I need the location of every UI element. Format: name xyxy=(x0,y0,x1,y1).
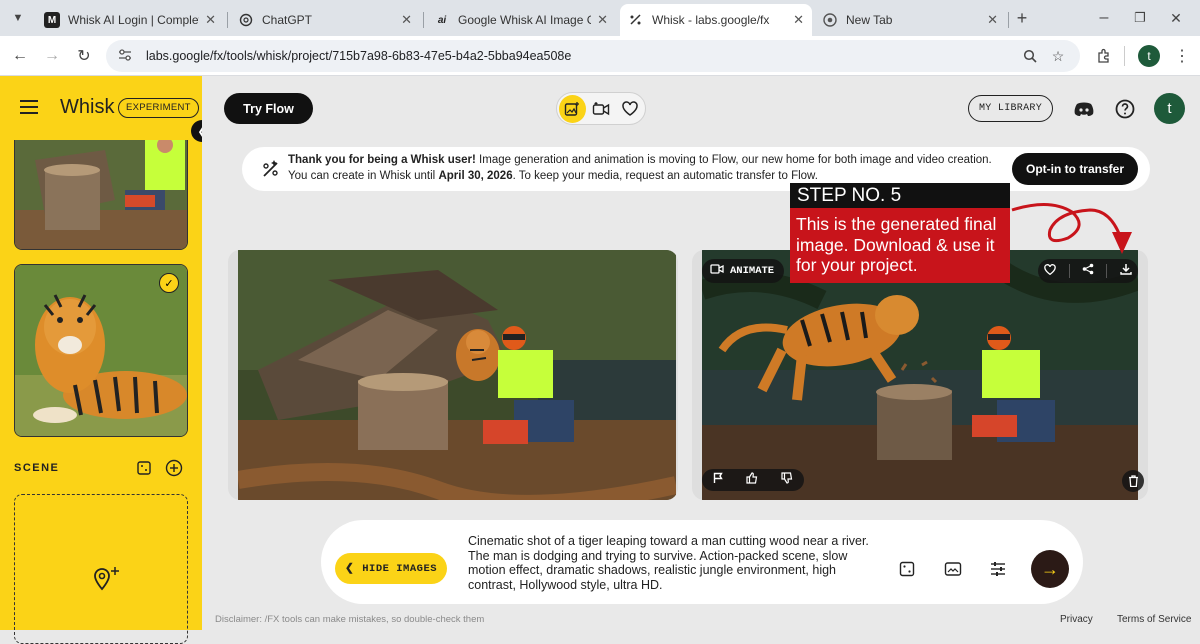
opt-in-transfer-button[interactable]: Opt-in to transfer xyxy=(1012,153,1138,185)
tab-title: Google Whisk AI Image Gen xyxy=(458,13,591,27)
tab-whisk-login[interactable]: M Whisk AI Login | Complete G ✕ xyxy=(36,4,224,36)
animate-label: ANIMATE xyxy=(730,265,775,277)
close-tab-icon[interactable]: ✕ xyxy=(987,12,998,28)
bookmark-star-icon[interactable]: ☆ xyxy=(1048,46,1068,66)
video-mode-icon[interactable] xyxy=(588,95,615,123)
whisk-icon xyxy=(628,12,644,28)
arrow-right-icon: → xyxy=(1041,558,1059,579)
profile-avatar[interactable]: t xyxy=(1138,45,1160,67)
chevron-left-icon: ❮ xyxy=(344,563,355,575)
scene-section-label: SCENE xyxy=(14,462,60,474)
settings-sliders-icon[interactable] xyxy=(987,558,1009,580)
subject-thumbnail-tiger[interactable]: ✓ xyxy=(14,264,188,437)
tab-title: Whisk AI Login | Complete G xyxy=(68,13,199,27)
url-text: labs.google/fx/tools/whisk/project/715b7… xyxy=(146,49,572,63)
reload-icon[interactable]: ↻ xyxy=(72,44,96,68)
browser-toolbar: ← → ↻ labs.google/fx/tools/whisk/project… xyxy=(0,36,1200,76)
forward-icon[interactable]: → xyxy=(40,44,64,68)
banner-bold-lead: Thank you for being a Whisk user! xyxy=(288,154,476,166)
delete-icon[interactable] xyxy=(1122,470,1144,492)
close-tab-icon[interactable]: ✕ xyxy=(401,12,412,28)
site-info-icon[interactable] xyxy=(118,48,136,64)
image-mode-icon[interactable] xyxy=(559,94,586,123)
hamburger-menu-icon[interactable] xyxy=(20,100,38,114)
experiment-badge: EXPERIMENT xyxy=(118,98,199,118)
step-annotation-heading: STEP NO. 5 xyxy=(790,183,1010,208)
add-scene-image-icon[interactable] xyxy=(896,558,918,580)
disclaimer-text: Disclaimer: /FX tools can make mistakes,… xyxy=(215,614,485,625)
medium-favicon-icon: M xyxy=(44,12,60,28)
my-library-button[interactable]: MY LIBRARY xyxy=(968,95,1053,122)
user-avatar[interactable]: t xyxy=(1154,93,1185,124)
banner-date: April 30, 2026 xyxy=(438,170,513,182)
sidebar: Whisk EXPERIMENT ✓ SCENE xyxy=(0,76,202,644)
banner-message: Thank you for being a Whisk user! Image … xyxy=(288,152,1006,184)
feedback-bar xyxy=(702,469,804,491)
minimize-icon[interactable]: – xyxy=(1092,6,1116,30)
address-bar[interactable]: labs.google/fx/tools/whisk/project/715b7… xyxy=(106,40,1080,72)
scene-image-icon[interactable] xyxy=(134,458,154,478)
animate-icon xyxy=(710,263,724,279)
zoom-icon[interactable] xyxy=(1020,46,1040,66)
chrome-icon xyxy=(822,12,838,28)
tab-search-chevron-icon[interactable]: ▼ xyxy=(6,6,30,30)
privacy-link[interactable]: Privacy xyxy=(1060,614,1093,625)
flag-icon[interactable] xyxy=(713,471,724,489)
back-icon[interactable]: ← xyxy=(8,44,32,68)
tab-chatgpt[interactable]: ChatGPT ✕ xyxy=(230,4,420,36)
result-card-left[interactable] xyxy=(228,250,678,500)
prompt-text[interactable]: Cinematic shot of a tiger leaping toward… xyxy=(468,534,880,592)
thumbs-up-icon[interactable] xyxy=(746,471,758,489)
hide-images-label: HIDE IMAGES xyxy=(362,562,438,575)
tab-title: ChatGPT xyxy=(262,13,313,27)
restore-icon[interactable]: ❐ xyxy=(1128,6,1152,30)
add-scene-icon[interactable] xyxy=(164,458,184,478)
main-content: Try Flow MY LIBRARY t Thank you for bein… xyxy=(202,76,1200,630)
selected-check-icon: ✓ xyxy=(159,273,179,293)
tab-google-whisk-ai[interactable]: ai Google Whisk AI Image Gen ✕ xyxy=(426,4,616,36)
chatgpt-icon xyxy=(238,12,254,28)
result-card-final[interactable]: ANIMATE xyxy=(692,250,1148,500)
submit-arrow-button[interactable]: → xyxy=(1031,550,1069,588)
extensions-icon[interactable] xyxy=(1092,44,1116,68)
help-icon[interactable] xyxy=(1114,98,1136,120)
close-window-icon[interactable]: ✕ xyxy=(1164,6,1188,30)
mode-switcher xyxy=(556,92,646,125)
close-tab-icon[interactable]: ✕ xyxy=(205,12,216,28)
close-tab-icon[interactable]: ✕ xyxy=(597,12,608,28)
whisk-transfer-icon xyxy=(260,158,282,180)
browser-tab-bar: ▼ M Whisk AI Login | Complete G ✕ ChatGP… xyxy=(0,0,1200,36)
new-tab-button[interactable]: + xyxy=(1010,6,1034,30)
tab-divider xyxy=(227,12,228,28)
tab-title: Whisk - labs.google/fx xyxy=(652,13,770,27)
banner-text-b: . To keep your media, request an automat… xyxy=(512,170,818,182)
tab-new-tab[interactable]: New Tab ✕ xyxy=(814,4,1006,36)
ai-favicon-icon: ai xyxy=(437,14,447,26)
tab-divider xyxy=(1008,12,1009,28)
tab-title: New Tab xyxy=(846,13,893,27)
generated-image-final[interactable] xyxy=(702,250,1138,500)
animate-button[interactable]: ANIMATE xyxy=(702,259,784,283)
transfer-banner: Thank you for being a Whisk user! Image … xyxy=(242,147,1150,191)
location-pin-icon xyxy=(91,565,121,600)
step-annotation-body: This is the generated final image. Downl… xyxy=(790,208,1010,283)
prompt-bar: ❮ HIDE IMAGES Cinematic shot of a tiger … xyxy=(321,520,1083,604)
browser-menu-icon[interactable]: ⋮ xyxy=(1170,44,1194,68)
hide-images-button[interactable]: ❮ HIDE IMAGES xyxy=(335,553,447,584)
try-flow-button[interactable]: Try Flow xyxy=(224,93,313,124)
tab-whisk-active[interactable]: Whisk - labs.google/fx ✕ xyxy=(620,4,812,36)
close-tab-icon[interactable]: ✕ xyxy=(793,12,804,28)
terms-link[interactable]: Terms of Service xyxy=(1117,614,1191,625)
toolbar-divider xyxy=(1124,46,1125,66)
thumbs-down-icon[interactable] xyxy=(781,471,793,489)
scene-drop-zone[interactable] xyxy=(14,494,188,644)
tab-divider xyxy=(423,12,424,28)
aspect-ratio-icon[interactable] xyxy=(942,558,964,580)
whisk-logo[interactable]: Whisk xyxy=(60,96,114,119)
discord-icon[interactable] xyxy=(1073,98,1095,120)
favorites-heart-icon[interactable] xyxy=(616,95,643,123)
annotation-arrow-icon xyxy=(1011,203,1132,254)
generated-image-stump[interactable] xyxy=(238,250,676,500)
subject-thumbnail-stump[interactable] xyxy=(14,140,188,250)
